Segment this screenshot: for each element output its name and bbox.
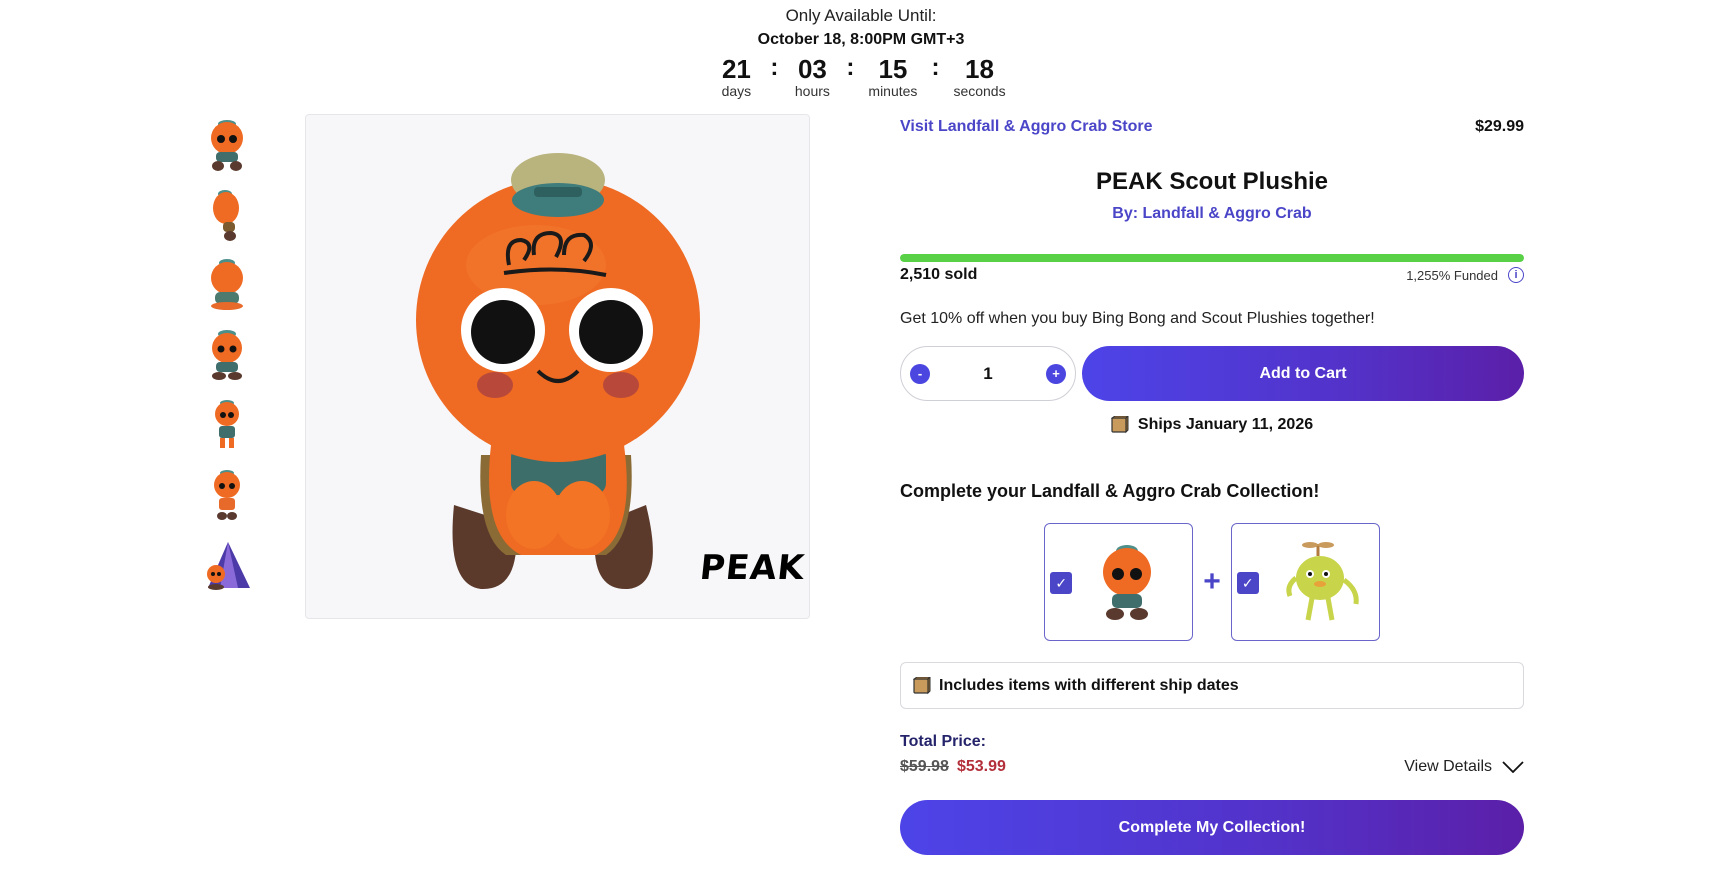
product-creator-link[interactable]: By: Landfall & Aggro Crab xyxy=(900,205,1524,223)
original-price: $59.98 xyxy=(900,758,949,775)
availability-countdown: Only Available Until: October 18, 8:00PM… xyxy=(0,6,1722,99)
funding-progress-fill xyxy=(900,254,1524,262)
thumbnail-scout-back[interactable] xyxy=(200,254,254,314)
funded-percent: 1,255% Funded i xyxy=(1406,267,1524,283)
collection-title: Complete your Landfall & Aggro Crab Coll… xyxy=(900,481,1320,501)
funding-stats: 2,510 sold 1,255% Funded i xyxy=(900,266,1524,284)
seconds-value: 18 xyxy=(965,54,994,84)
discounted-price: $53.99 xyxy=(956,758,1006,775)
ship-date-text: Ships January 11, 2026 xyxy=(1137,416,1314,433)
bing-bong-plushie-thumbnail xyxy=(1286,542,1359,621)
scout-plushie-thumbnail xyxy=(1103,545,1152,620)
thumbnail-scout-seated[interactable] xyxy=(200,324,254,384)
view-details-toggle[interactable]: View Details xyxy=(1404,758,1524,776)
complete-collection-button[interactable]: Complete My Collection! xyxy=(900,800,1524,855)
total-prices: $59.98 $53.99 xyxy=(900,758,1006,776)
thumbnail-scout-standing[interactable] xyxy=(200,394,254,454)
add-to-cart-row: - 1 + Add to Cart xyxy=(900,346,1524,401)
availability-date: October 18, 8:00PM GMT+3 xyxy=(757,31,965,48)
bundle-plus-icon: + xyxy=(1203,565,1221,598)
countdown-separator: : xyxy=(931,54,940,81)
peak-logo: PEAK xyxy=(698,548,808,588)
quantity-stepper: - 1 + xyxy=(900,346,1076,401)
thumbnail-scout-front[interactable] xyxy=(200,114,254,174)
ship-date: Ships January 11, 2026 xyxy=(900,416,1524,434)
funding-progress-bar xyxy=(900,254,1524,262)
decrease-quantity-button[interactable]: - xyxy=(910,363,930,384)
countdown-separator: : xyxy=(846,54,855,81)
countdown-timer: 21 days : 03 hours : 15 minutes : 18 sec… xyxy=(0,54,1722,100)
countdown-days: 21 days xyxy=(716,55,756,99)
quantity-value[interactable]: 1 xyxy=(983,364,992,384)
seconds-label: seconds xyxy=(953,83,1006,99)
thumbnail-strip xyxy=(200,114,254,604)
product-title: PEAK Scout Plushie xyxy=(1095,168,1329,195)
ship-dates-notice: Includes items with different ship dates xyxy=(900,662,1524,709)
scout-plushie-illustration xyxy=(416,153,700,590)
product-main-image[interactable]: PEAK xyxy=(305,114,810,619)
hours-label: hours xyxy=(794,83,830,99)
checkbox-checked-icon[interactable]: ✓ xyxy=(1050,572,1073,594)
sold-count: 2,510 sold xyxy=(900,266,978,283)
store-price-row: Visit Landfall & Aggro Crab Store $29.99 xyxy=(900,114,1524,140)
bundle-item-scout[interactable]: ✓ xyxy=(1044,523,1194,641)
thumbnail-scout-front-2[interactable] xyxy=(200,464,254,524)
bundle-promo-text: Get 10% off when you buy Bing Bong and S… xyxy=(900,310,1375,327)
hours-value: 03 xyxy=(797,54,827,84)
bundle-item-bing-bong[interactable]: ✓ xyxy=(1230,523,1380,641)
days-label: days xyxy=(721,83,752,99)
add-to-cart-button[interactable]: Add to Cart xyxy=(1082,346,1524,401)
checkbox-checked-icon[interactable]: ✓ xyxy=(1236,572,1259,594)
ship-dates-notice-text: Includes items with different ship dates xyxy=(939,676,1239,694)
countdown-seconds: 18 seconds xyxy=(953,55,1005,99)
info-icon[interactable]: i xyxy=(1508,267,1524,283)
box-icon xyxy=(913,676,931,694)
thumbnail-scout-with-tent[interactable] xyxy=(200,534,254,594)
visit-store-link[interactable]: Visit Landfall & Aggro Crab Store xyxy=(900,118,1152,136)
minutes-label: minutes xyxy=(868,83,918,99)
countdown-minutes: 15 minutes xyxy=(868,55,917,99)
increase-quantity-button[interactable]: + xyxy=(1046,363,1066,384)
days-value: 21 xyxy=(721,54,751,84)
bundle-items: ✓ + ✓ xyxy=(900,523,1524,641)
thumbnail-scout-side[interactable] xyxy=(200,184,254,244)
view-details-label: View Details xyxy=(1404,758,1492,775)
box-icon xyxy=(1110,416,1129,434)
countdown-hours: 03 hours xyxy=(792,55,832,99)
funded-label: 1,255% Funded xyxy=(1406,267,1498,283)
total-price-label: Total Price: xyxy=(900,733,986,750)
total-price-row: $59.98 $53.99 View Details xyxy=(900,758,1524,776)
availability-label: Only Available Until: xyxy=(785,6,937,25)
product-details-panel: Visit Landfall & Aggro Crab Store $29.99… xyxy=(900,114,1524,855)
countdown-separator: : xyxy=(770,54,779,81)
chevron-down-icon xyxy=(1502,761,1524,773)
minutes-value: 15 xyxy=(878,54,908,84)
product-price: $29.99 xyxy=(1475,118,1524,135)
